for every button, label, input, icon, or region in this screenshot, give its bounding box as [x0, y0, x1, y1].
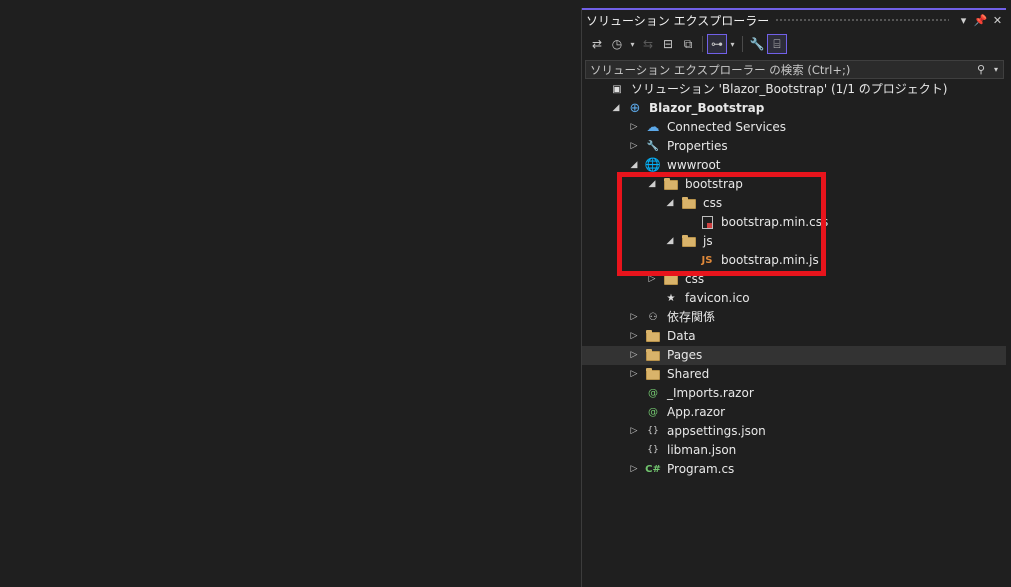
tree-item[interactable]: ▷ ⚇ 依存関係 [582, 308, 1006, 327]
tree-item[interactable]: ▷ Pages [582, 346, 1006, 365]
search-box[interactable]: ソリューション エクスプローラー の検索 (Ctrl+;) ⚲ ▾ [585, 60, 1004, 79]
tree-item[interactable]: ◢ ⊕ Blazor_Bootstrap [582, 99, 1006, 118]
tree-item[interactable]: @ App.razor [582, 403, 1006, 422]
titlebar-grip[interactable] [775, 17, 949, 23]
toolbar-separator [742, 36, 743, 52]
properties-icon[interactable]: 🔧 [747, 34, 767, 54]
tree-item[interactable]: ▷ 🔧 Properties [582, 137, 1006, 156]
expand-arrow-icon[interactable]: ▷ [628, 137, 640, 156]
expand-arrow-icon[interactable]: ▷ [628, 346, 640, 365]
tree-item-label: Data [667, 329, 696, 343]
sync-icon[interactable]: ⇆ [638, 34, 658, 54]
expand-arrow-icon[interactable]: ▷ [628, 422, 640, 441]
solution-tree: ▣ ソリューション 'Blazor_Bootstrap' (1/1 のプロジェクト… [582, 80, 1006, 479]
titlebar-buttons: ▾ 📌 ✕ [955, 14, 1011, 27]
panel-titlebar[interactable]: ソリューション エクスプローラー ▾ 📌 ✕ [582, 10, 1011, 30]
project-icon: ⊕ [629, 101, 641, 116]
expand-arrow-icon[interactable]: ▷ [628, 460, 640, 479]
search-icon[interactable]: ⚲ [973, 63, 989, 76]
preview-icon[interactable]: ⌸ [767, 34, 787, 54]
solution-icon: ▣ [612, 84, 622, 95]
ico-file-icon: ★ [666, 293, 676, 304]
dependencies-icon: ⚇ [648, 312, 658, 323]
tree-item-label: libman.json [667, 443, 737, 457]
switch-views-icon[interactable]: ⇄ [587, 34, 607, 54]
tree-item[interactable]: ▷ ☁ Connected Services [582, 118, 1006, 137]
json-file-icon: {} [647, 445, 659, 455]
toolbar-separator [702, 36, 703, 52]
folder-icon [645, 367, 661, 382]
tree-item-label: Properties [667, 139, 728, 153]
tree-item[interactable]: ▷ Shared [582, 365, 1006, 384]
tree-item-label: Program.cs [667, 462, 735, 476]
tree-item[interactable]: @ _Imports.razor [582, 384, 1006, 403]
filter-dropdown-icon[interactable]: ▾ [727, 34, 738, 54]
pin-icon[interactable]: 📌 [972, 14, 989, 27]
razor-file-icon: @ [648, 388, 658, 399]
search-input[interactable]: ソリューション エクスプローラー の検索 (Ctrl+;) [586, 62, 973, 78]
tree-item-label: _Imports.razor [667, 386, 754, 400]
dropdown-arrow-icon[interactable]: ▾ [955, 14, 972, 27]
search-options-dropdown-icon[interactable]: ▾ [989, 65, 1003, 74]
solution-explorer-panel: ソリューション エクスプローラー ▾ 📌 ✕ ⇄ ◷ ▾ ⇆ ⊟ ⧉ ⊶ ▾ 🔧 ⌸ ソリューション … [581, 8, 1011, 587]
tree-item-label: ソリューション 'Blazor_Bootstrap' (1/1 のプロジェクト) [631, 82, 948, 96]
tree-item-label: App.razor [667, 405, 726, 419]
expand-arrow-icon[interactable]: ▷ [628, 327, 640, 346]
tree-item[interactable]: ▣ ソリューション 'Blazor_Bootstrap' (1/1 のプロジェクト… [582, 80, 1006, 99]
connected-services-icon: ☁ [646, 120, 660, 135]
tree-item-label: Blazor_Bootstrap [649, 101, 765, 115]
tree-item[interactable]: {} libman.json [582, 441, 1006, 460]
filter-icon[interactable]: ⊶ [707, 34, 727, 54]
editor-empty-area [0, 0, 581, 587]
expand-arrow-icon[interactable]: ▷ [628, 308, 640, 327]
close-icon[interactable]: ✕ [989, 14, 1006, 27]
tree-item-label: Connected Services [667, 120, 787, 134]
folder-icon [645, 329, 661, 344]
collapse-all-icon[interactable]: ⊟ [658, 34, 678, 54]
csharp-file-icon: C# [645, 464, 661, 475]
razor-file-icon: @ [648, 407, 658, 418]
expand-arrow-icon[interactable]: ▷ [628, 365, 640, 384]
history-dropdown-icon[interactable]: ▾ [627, 34, 638, 54]
tree-item-label: 依存関係 [667, 310, 716, 324]
panel-title: ソリューション エクスプローラー [586, 13, 770, 28]
show-all-files-icon[interactable]: ⧉ [678, 34, 698, 54]
json-file-icon: {} [647, 426, 659, 436]
tree-item[interactable]: ★ favicon.ico [582, 289, 1006, 308]
collapse-arrow-icon[interactable]: ◢ [610, 99, 622, 118]
tree-item-label: favicon.ico [685, 291, 750, 305]
tree-item-label: appsettings.json [667, 424, 766, 438]
tree-item-label: Shared [667, 367, 710, 381]
tree-item-label: Pages [667, 348, 703, 362]
properties-icon: 🔧 [646, 141, 660, 152]
tree-item[interactable]: ▷ C# Program.cs [582, 460, 1006, 479]
expand-arrow-icon[interactable]: ▷ [628, 118, 640, 137]
globe-icon: 🌐 [644, 158, 662, 173]
tree-item[interactable]: ▷ Data [582, 327, 1006, 346]
folder-icon [645, 348, 661, 363]
tree-item[interactable]: ▷ {} appsettings.json [582, 422, 1006, 441]
panel-toolbar: ⇄ ◷ ▾ ⇆ ⊟ ⧉ ⊶ ▾ 🔧 ⌸ [582, 32, 1011, 56]
history-icon[interactable]: ◷ [607, 34, 627, 54]
highlight-annotation-box [617, 172, 826, 276]
